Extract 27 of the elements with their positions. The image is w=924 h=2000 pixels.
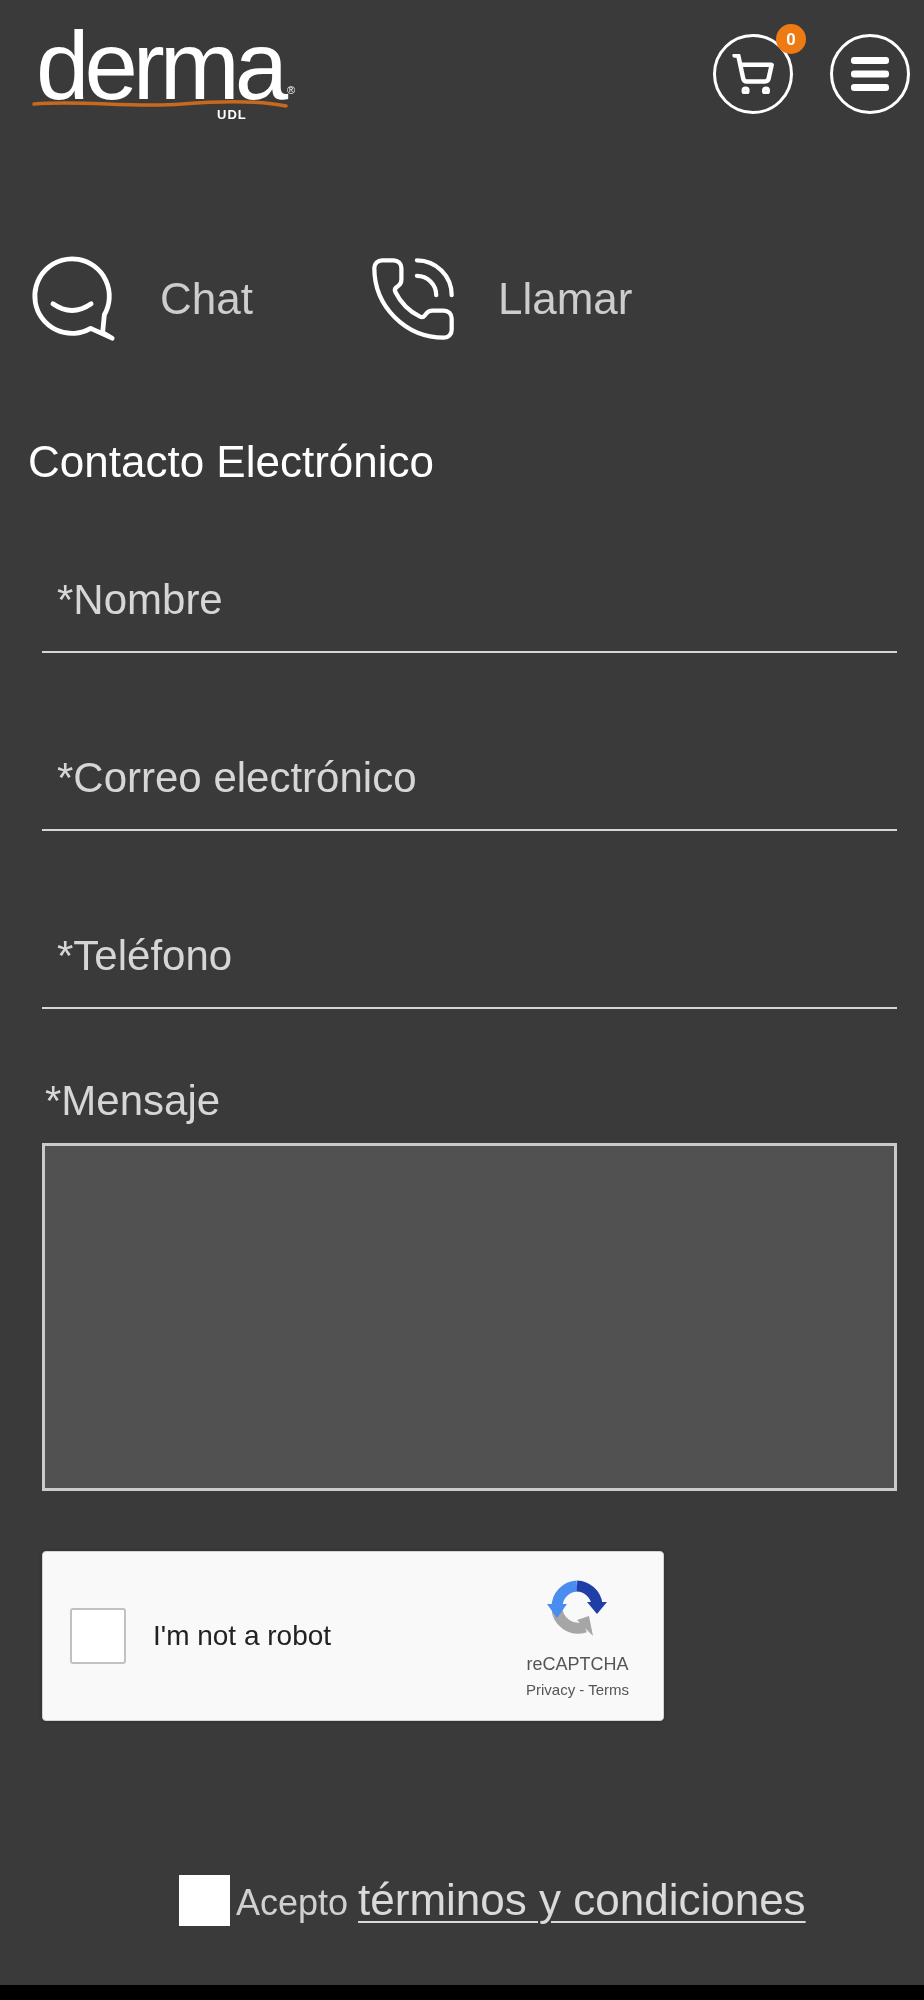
cart-icon <box>732 54 774 94</box>
chat-link[interactable]: Chat <box>30 255 253 343</box>
captcha-brand: reCAPTCHA <box>526 1652 629 1675</box>
terms-label: Acepto <box>236 1881 349 1925</box>
terms-conditions-link[interactable]: términos y condiciones <box>358 1874 806 1926</box>
terms-link[interactable]: Terms <box>588 1680 629 1699</box>
registered-mark: ® <box>287 85 296 96</box>
menu-icon <box>851 57 889 91</box>
captcha-label: I'm not a robot <box>153 1619 332 1653</box>
cart-count-badge: 0 <box>776 24 806 54</box>
privacy-link[interactable]: Privacy <box>525 1680 576 1699</box>
input-field[interactable]: *Teléfono <box>42 913 897 1009</box>
input-field[interactable]: *Nombre <box>42 557 897 653</box>
link-separator: - <box>579 1680 585 1699</box>
message-textarea[interactable] <box>42 1143 897 1491</box>
menu-button[interactable] <box>830 34 910 114</box>
terms-checkbox[interactable] <box>179 1874 230 1926</box>
captcha-checkbox[interactable] <box>70 1608 126 1664</box>
section-title: Contacto Electrónico <box>28 436 434 488</box>
swoosh-icon <box>32 99 288 109</box>
logo-wordmark: derma <box>36 28 284 104</box>
call-link[interactable]: Llamar <box>371 258 633 340</box>
phone-icon <box>371 258 454 340</box>
chat-bubble-icon <box>30 255 116 343</box>
logo-subtitle: UDL <box>217 108 247 121</box>
field-label: *Mensaje <box>45 1076 221 1126</box>
input-field[interactable]: *Correo electrónico <box>42 735 897 831</box>
